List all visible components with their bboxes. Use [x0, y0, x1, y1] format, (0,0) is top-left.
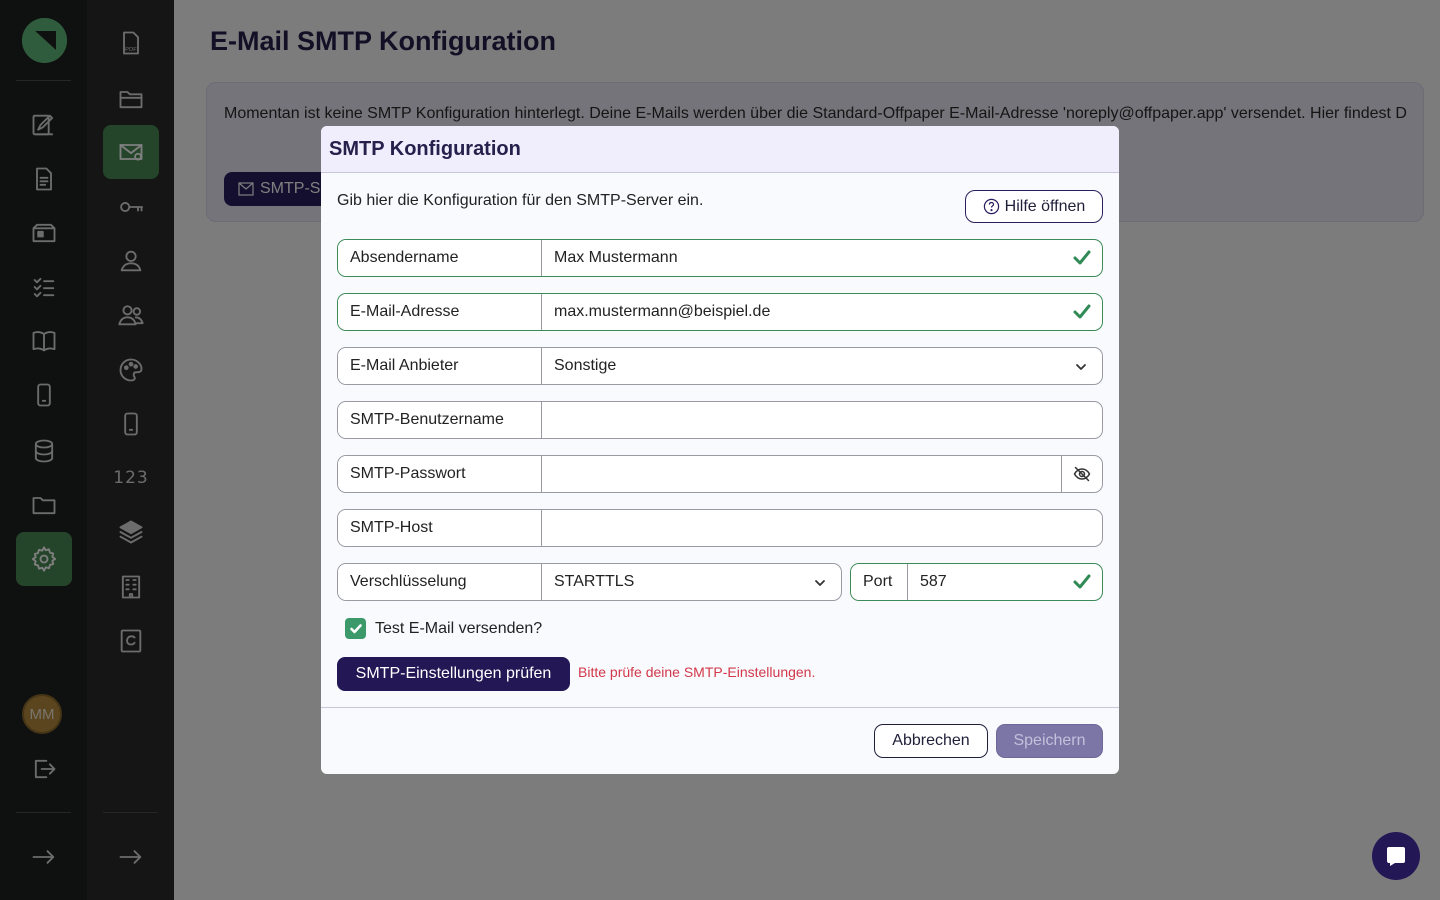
modal-intro: Gib hier die Konfiguration für den SMTP-… [337, 192, 704, 209]
test-email-option: Test E-Mail versenden? [345, 618, 542, 639]
modal-title: SMTP Konfiguration [329, 138, 521, 160]
eye-slash-icon [1073, 466, 1091, 482]
chevron-down-icon [1074, 360, 1088, 374]
host-input[interactable] [542, 510, 1102, 546]
smtp-config-modal: SMTP Konfiguration Gib hier die Konfigur… [321, 126, 1119, 774]
email-value: max.mustermann@beispiel.de [554, 303, 771, 320]
email-group: E-Mail-Adresse max.mustermann@beispiel.d… [337, 293, 1103, 331]
cancel-button[interactable]: Abbrechen [874, 724, 988, 758]
cancel-label: Abbrechen [892, 732, 970, 749]
provider-group: E-Mail Anbieter Sonstige [337, 347, 1103, 385]
sender-name-input[interactable]: Max Mustermann [542, 240, 1102, 276]
chat-support-button[interactable] [1372, 832, 1420, 880]
provider-label: E-Mail Anbieter [338, 348, 542, 384]
chevron-down-icon [813, 576, 827, 590]
port-label: Port [851, 564, 908, 600]
encryption-value: STARTTLS [554, 573, 635, 590]
test-smtp-button[interactable]: SMTP-Einstellungen prüfen [337, 657, 570, 691]
password-label: SMTP-Passwort [338, 456, 542, 492]
help-circle-icon [983, 198, 999, 215]
test-email-label: Test E-Mail versenden? [375, 619, 543, 637]
provider-select[interactable]: Sonstige [542, 348, 1102, 384]
chat-bubble-icon [1387, 847, 1405, 866]
checkmark-icon [349, 623, 362, 633]
test-email-checkbox[interactable] [345, 618, 366, 639]
host-group: SMTP-Host [337, 509, 1103, 547]
modal-header: SMTP Konfiguration [321, 126, 1119, 173]
sender-name-value: Max Mustermann [554, 249, 678, 266]
encryption-label: Verschlüsselung [338, 564, 542, 600]
sender-name-group: Absendername Max Mustermann [337, 239, 1103, 277]
help-button-label: Hilfe öffnen [1004, 197, 1086, 215]
valid-check-icon [1072, 303, 1092, 321]
toggle-password-visibility-button[interactable] [1061, 456, 1102, 492]
validation-error-message: Bitte prüfe deine SMTP-Einstellungen. [578, 664, 816, 680]
email-input[interactable]: max.mustermann@beispiel.de [542, 294, 1102, 330]
encryption-select[interactable]: STARTTLS [542, 564, 841, 600]
help-button[interactable]: Hilfe öffnen [965, 190, 1103, 223]
encryption-group: Verschlüsselung STARTTLS [337, 563, 842, 601]
save-button[interactable]: Speichern [996, 724, 1103, 758]
test-smtp-label: SMTP-Einstellungen prüfen [355, 665, 552, 682]
username-input[interactable] [542, 402, 1102, 438]
password-group: SMTP-Passwort [337, 455, 1103, 493]
modal-footer-divider [321, 707, 1119, 708]
port-input[interactable]: 587 [908, 564, 1102, 600]
email-label: E-Mail-Adresse [338, 294, 542, 330]
username-label: SMTP-Benutzername [338, 402, 542, 438]
host-label: SMTP-Host [338, 510, 542, 546]
valid-check-icon [1072, 573, 1092, 591]
save-label: Speichern [1013, 732, 1086, 749]
valid-check-icon [1072, 249, 1092, 267]
port-group: Port 587 [850, 563, 1103, 601]
username-group: SMTP-Benutzername [337, 401, 1103, 439]
port-value: 587 [920, 573, 947, 590]
sender-name-label: Absendername [338, 240, 542, 276]
password-input[interactable] [542, 456, 1061, 492]
provider-value: Sonstige [554, 357, 617, 374]
